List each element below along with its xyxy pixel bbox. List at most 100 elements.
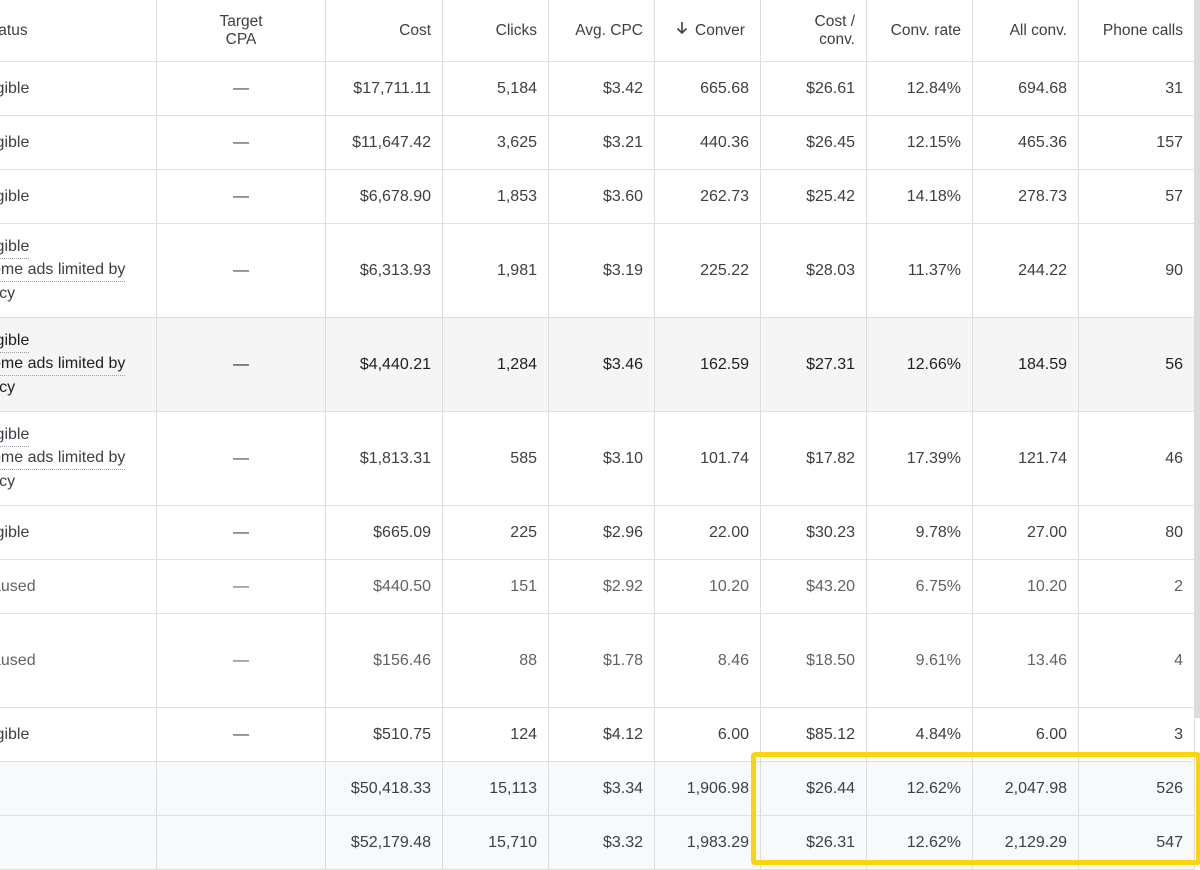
header-status[interactable]: tatus [0,0,157,61]
total-phone-calls: 526 [1156,779,1183,797]
cell-avg-cpc: $3.19 [549,224,655,317]
table-row[interactable]: igible — $665.09 225 $2.96 22.00 $30.23 9.78% 27… [0,506,1195,560]
table-row[interactable]: igibleome ads limited by licy — $4,440.21 1,… [0,318,1195,412]
cell-status: aused [0,560,157,613]
header-cost[interactable]: Cost [326,0,443,61]
value-conversions: 665.68 [700,79,749,97]
totals-row[interactable]: $52,179.48 15,710 $3.32 1,983.29 $26.31 12.62… [0,816,1195,870]
header-label-phone-calls: Phone calls [1102,21,1183,39]
totals-row[interactable]: $50,418.33 15,113 $3.34 1,906.98 $26.44 12.62… [0,762,1195,816]
cell-status: igible [0,116,157,169]
value-conversions: 10.20 [708,577,749,595]
value-phone-calls: 3 [1174,725,1183,743]
header-cost-per-conv[interactable]: Cost / conv. [761,0,867,61]
header-label-clicks: Clicks [495,21,537,39]
header-conversions[interactable]: Conver [655,0,761,61]
header-clicks[interactable]: Clicks [443,0,549,61]
header-target-cpa[interactable]: Target CPA [157,0,326,61]
value-avg-cpc: $3.60 [602,187,643,205]
value-all-conv: 27.00 [1026,523,1067,541]
table-row[interactable]: igible — $6,678.90 1,853 $3.60 262.73 $25.42 14… [0,170,1195,224]
table-row[interactable]: igibleome ads limited by licy — $6,313.93 1,… [0,224,1195,318]
cell-target-cpa: — [157,708,326,761]
value-target-cpa: — [233,577,249,595]
cell-conv-rate: 12.66% [867,318,973,411]
cell-all-conv: 13.46 [973,614,1079,707]
arrow-down-icon[interactable] [675,21,689,40]
cell-cost-per-conv: $43.20 [761,560,867,613]
cell-phone-calls: 90 [1079,224,1195,317]
cell-clicks: 585 [443,412,549,505]
table-row[interactable]: igible — $510.75 124 $4.12 6.00 $85.12 4.84% 6.0… [0,708,1195,762]
cell-clicks: 88 [443,614,549,707]
header-avg-cpc[interactable]: Avg. CPC [549,0,655,61]
cell-avg-cpc: $2.96 [549,506,655,559]
cell-target-cpa: — [157,318,326,411]
value-avg-cpc: $1.78 [602,651,643,669]
table-row[interactable]: igibleome ads limited by licy — $1,813.31 58… [0,412,1195,506]
header-all-conv[interactable]: All conv. [973,0,1079,61]
cell-avg-cpc: $3.42 [549,62,655,115]
value-avg-cpc: $3.46 [602,355,643,373]
cell-conversions: 1,906.98 [655,762,761,815]
total-cost: $52,179.48 [350,833,431,851]
cell-cost: $17,711.11 [326,62,443,115]
cell-avg-cpc: $2.92 [549,560,655,613]
value-all-conv: 13.46 [1026,651,1067,669]
cell-avg-cpc: $1.78 [549,614,655,707]
value-cost: $6,313.93 [359,261,431,279]
cell-cost-per-conv: $26.61 [761,62,867,115]
header-label-avg-cpc: Avg. CPC [575,21,643,39]
value-cost: $4,440.21 [359,355,431,373]
value-conversions: 8.46 [717,651,749,669]
header-conv-rate[interactable]: Conv. rate [867,0,973,61]
value-conv-rate: 12.15% [906,133,961,151]
status-text: aused [0,651,36,669]
value-target-cpa: — [233,79,249,97]
header-phone-calls[interactable]: Phone calls [1079,0,1195,61]
cell-cost: $6,678.90 [326,170,443,223]
header-label-cost-per-conv: Cost / conv. [815,13,855,49]
value-target-cpa: — [233,725,249,743]
value-conversions: 101.74 [700,449,749,467]
cell-cost: $1,813.31 [326,412,443,505]
value-phone-calls: 90 [1165,261,1183,279]
header-label-status: tatus [0,21,28,39]
value-phone-calls: 80 [1165,523,1183,541]
cell-conversions: 225.22 [655,224,761,317]
total-phone-calls: 547 [1156,833,1183,851]
cell-all-conv: 10.20 [973,560,1079,613]
value-all-conv: 6.00 [1035,725,1067,743]
cell-phone-calls: 46 [1079,412,1195,505]
cell-all-conv: 465.36 [973,116,1079,169]
cell-target-cpa: — [157,560,326,613]
table-row[interactable]: aused — $156.46 88 $1.78 8.46 $18.50 9.61% 13.46… [0,614,1195,708]
total-clicks: 15,113 [489,779,537,797]
cell-cost: $665.09 [326,506,443,559]
value-conv-rate: 12.66% [906,355,961,373]
total-conversions: 1,906.98 [686,779,749,797]
value-clicks: 225 [510,523,537,541]
value-cost-per-conv: $85.12 [806,725,855,743]
status-text: igible [0,79,30,97]
cell-clicks: 3,625 [443,116,549,169]
cell-conv-rate: 6.75% [867,560,973,613]
table-header-row[interactable]: tatus TargetCPA Cost Clicks Avg. CPC Conver Co… [0,0,1195,62]
table-row[interactable]: aused — $440.50 151 $2.92 10.20 $43.20 6.75% 10.… [0,560,1195,614]
value-all-conv: 465.36 [1018,133,1067,151]
cell-clicks: 1,853 [443,170,549,223]
cell-conversions: 10.20 [655,560,761,613]
cell-target-cpa: — [157,412,326,505]
cell-status [0,816,157,869]
table-row[interactable]: igible — $11,647.42 3,625 $3.21 440.36 $26.45 1… [0,116,1195,170]
cell-status: igibleome ads limited by licy [0,412,157,505]
scrollbar-thumb[interactable] [1195,0,1200,718]
total-conv-rate: 12.62% [906,779,961,797]
table-row[interactable]: igible — $17,711.11 5,184 $3.42 665.68 $26.61 1… [0,62,1195,116]
cell-cost-per-conv: $26.44 [761,762,867,815]
value-target-cpa: — [233,523,249,541]
value-conv-rate: 9.78% [915,523,961,541]
cell-cost-per-conv: $17.82 [761,412,867,505]
value-target-cpa: — [233,355,249,373]
cell-all-conv: 27.00 [973,506,1079,559]
